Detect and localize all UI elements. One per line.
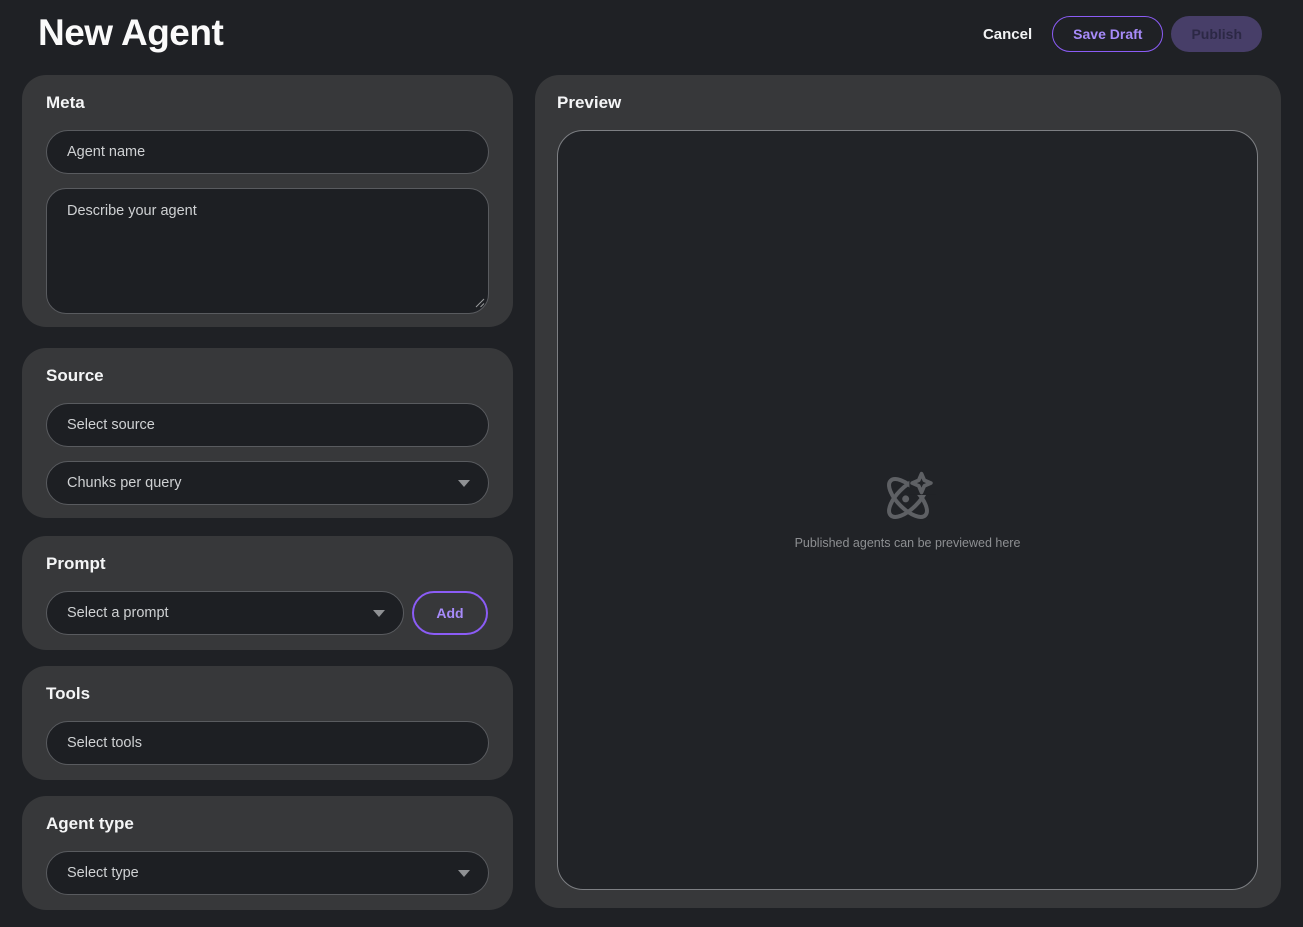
chunks-per-query-label: Chunks per query: [67, 475, 181, 491]
source-card: Source Chunks per query: [22, 348, 513, 518]
tools-card-title: Tools: [46, 683, 489, 705]
source-card-title: Source: [46, 365, 489, 387]
meta-card-title: Meta: [46, 92, 489, 114]
agent-description-textarea[interactable]: [46, 188, 489, 314]
preview-card: Preview Published agents can be previewe…: [535, 75, 1281, 908]
prompt-select-label: Select a prompt: [67, 605, 169, 621]
cancel-button[interactable]: Cancel: [979, 16, 1036, 52]
chevron-down-icon: [373, 610, 385, 617]
form-column: Meta Source Chunks per query Prompt: [22, 75, 513, 910]
prompt-select[interactable]: Select a prompt: [46, 591, 404, 635]
agent-type-card: Agent type Select type: [22, 796, 513, 910]
agent-type-card-title: Agent type: [46, 813, 489, 835]
chevron-down-icon: [458, 870, 470, 877]
header-actions: Cancel Save Draft Publish: [979, 16, 1262, 52]
agent-description-wrap: [46, 188, 489, 314]
chevron-down-icon: [458, 480, 470, 487]
prompt-card: Prompt Select a prompt Add: [22, 536, 513, 650]
chunks-per-query-select[interactable]: Chunks per query: [46, 461, 489, 505]
publish-button[interactable]: Publish: [1171, 16, 1262, 52]
page-title: New Agent: [38, 7, 223, 59]
select-source-input[interactable]: [46, 403, 489, 447]
prompt-row: Select a prompt Add: [46, 591, 489, 635]
atom-sparkle-icon: [880, 470, 936, 526]
preview-card-title: Preview: [557, 92, 1259, 114]
preview-panel: Published agents can be previewed here: [557, 130, 1258, 890]
meta-card: Meta: [22, 75, 513, 327]
agent-type-select[interactable]: Select type: [46, 851, 489, 895]
agent-type-select-label: Select type: [67, 865, 139, 881]
preview-empty-text: Published agents can be previewed here: [795, 536, 1021, 550]
save-draft-button[interactable]: Save Draft: [1052, 16, 1163, 52]
prompt-card-title: Prompt: [46, 553, 489, 575]
agent-name-input[interactable]: [46, 130, 489, 174]
select-tools-input[interactable]: [46, 721, 489, 765]
add-prompt-button[interactable]: Add: [412, 591, 488, 635]
tools-card: Tools: [22, 666, 513, 780]
new-agent-page: New Agent Cancel Save Draft Publish Meta…: [0, 0, 1303, 927]
